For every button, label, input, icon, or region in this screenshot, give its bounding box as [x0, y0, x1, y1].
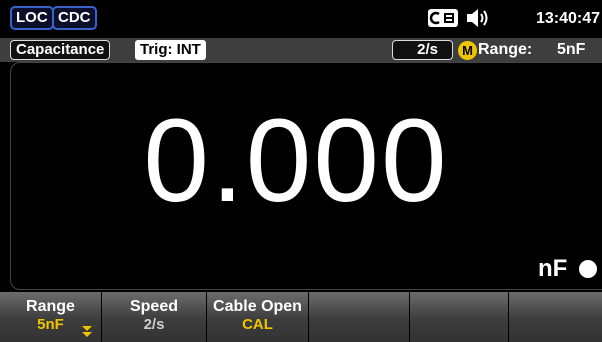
info-row: Capacitance Trig: INT 2/s M Range: 5nF	[0, 38, 602, 62]
rate-indicator: 2/s	[392, 40, 453, 60]
softkey-label: Cable Open	[213, 298, 302, 315]
remote-ce-icon	[428, 9, 458, 27]
clock: 13:40:47	[536, 10, 601, 27]
range-label: Range:	[478, 41, 533, 58]
softkey-bar: Range 5nF Speed 2/s Cable Open CAL	[0, 292, 602, 342]
softkey-value: CAL	[242, 316, 273, 333]
range-softkey[interactable]: Range 5nF	[0, 292, 102, 342]
manual-range-icon: M	[458, 41, 477, 60]
status-bar: LOC CDC 13:40:47	[0, 0, 602, 38]
loc-indicator: LOC	[10, 6, 54, 30]
reading-indicator-dot	[579, 260, 597, 278]
softkey-6[interactable]	[509, 292, 602, 342]
cdc-indicator: CDC	[52, 6, 97, 30]
range-value: 5nF	[557, 41, 586, 58]
cable-open-softkey[interactable]: Cable Open CAL	[207, 292, 309, 342]
function-indicator[interactable]: Capacitance	[10, 40, 111, 60]
measurement-unit: nF	[538, 255, 568, 282]
speaker-icon	[467, 9, 488, 27]
measurement-display: 0.000 nF	[10, 62, 602, 290]
trigger-indicator: Trig: INT	[135, 40, 206, 60]
dropdown-arrow-icon	[82, 326, 92, 337]
softkey-value: 2/s	[143, 316, 165, 333]
softkey-label: Speed	[129, 298, 178, 315]
measurement-reading: 0.000	[143, 95, 449, 227]
softkey-5[interactable]	[410, 292, 509, 342]
speed-softkey[interactable]: Speed 2/s	[102, 292, 207, 342]
softkey-4[interactable]	[309, 292, 410, 342]
softkey-label: Range	[26, 298, 75, 315]
